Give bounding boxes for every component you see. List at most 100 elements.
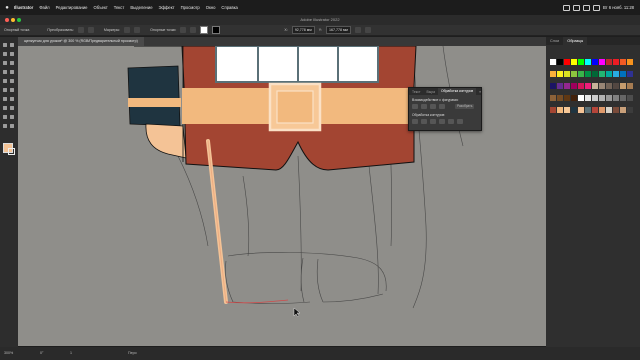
- tool-button[interactable]: [3, 61, 7, 65]
- document-tab[interactable]: щелкунчик для уроков* @ 300 % (RGB/Предв…: [18, 37, 144, 46]
- tab-align[interactable]: Выра: [424, 90, 438, 94]
- color-swatch[interactable]: [613, 71, 619, 77]
- color-swatch[interactable]: [557, 83, 563, 89]
- tab-swatches[interactable]: Образцы: [563, 37, 588, 45]
- align-button[interactable]: [354, 27, 361, 33]
- tool-button[interactable]: [3, 79, 7, 83]
- menu-type[interactable]: Текст: [111, 5, 128, 10]
- menu-select[interactable]: Выделение: [127, 5, 155, 10]
- tool-button[interactable]: [10, 43, 14, 47]
- tool-button[interactable]: [10, 88, 14, 92]
- color-swatch[interactable]: [564, 83, 570, 89]
- color-swatch[interactable]: [606, 95, 612, 101]
- color-swatch[interactable]: [578, 95, 584, 101]
- minus-front-button[interactable]: [421, 104, 427, 109]
- color-swatch[interactable]: [557, 107, 563, 113]
- color-swatch[interactable]: [564, 59, 570, 65]
- cut-path-button[interactable]: [190, 27, 197, 33]
- merge-button[interactable]: [430, 119, 436, 124]
- menu-view[interactable]: Просмотр: [178, 5, 203, 10]
- color-swatch[interactable]: [620, 59, 626, 65]
- hide-handles-button[interactable]: [134, 27, 141, 33]
- color-swatch[interactable]: [585, 71, 591, 77]
- tool-button[interactable]: [3, 88, 7, 92]
- color-swatch[interactable]: [613, 95, 619, 101]
- color-swatch[interactable]: [599, 83, 605, 89]
- tool-button[interactable]: [3, 70, 7, 74]
- color-swatch[interactable]: [557, 95, 563, 101]
- color-swatch[interactable]: [578, 71, 584, 77]
- color-swatch[interactable]: [606, 83, 612, 89]
- color-swatch[interactable]: [613, 83, 619, 89]
- color-swatch[interactable]: [550, 95, 556, 101]
- artboard-number[interactable]: 1: [70, 351, 72, 355]
- apple-icon[interactable]: ●: [3, 5, 11, 11]
- menu-help[interactable]: Справка: [218, 5, 240, 10]
- color-swatch[interactable]: [550, 59, 556, 65]
- show-handles-button[interactable]: [124, 27, 131, 33]
- color-swatch[interactable]: [550, 71, 556, 77]
- menu-edit[interactable]: Редактирование: [53, 5, 91, 10]
- divide-button[interactable]: [412, 119, 418, 124]
- color-swatch[interactable]: [627, 59, 633, 65]
- stroke-color-box[interactable]: [8, 148, 15, 155]
- color-swatch[interactable]: [627, 83, 633, 89]
- menu-effect[interactable]: Эффект: [156, 5, 178, 10]
- color-swatch[interactable]: [599, 107, 605, 113]
- tool-button[interactable]: [3, 124, 7, 128]
- color-swatch[interactable]: [599, 59, 605, 65]
- x-coordinate-field[interactable]: 92,778 мм: [291, 26, 315, 34]
- transform-button[interactable]: [364, 27, 371, 33]
- rotation-angle[interactable]: 0°: [40, 351, 43, 355]
- color-swatch[interactable]: [620, 95, 626, 101]
- search-icon[interactable]: [582, 4, 590, 11]
- color-swatch[interactable]: [571, 71, 577, 77]
- white-windows[interactable]: [215, 46, 379, 83]
- zoom-level[interactable]: 300%: [4, 351, 13, 355]
- color-swatch[interactable]: [550, 83, 556, 89]
- color-swatch[interactable]: [613, 59, 619, 65]
- color-swatch[interactable]: [613, 107, 619, 113]
- outline-button[interactable]: [448, 119, 454, 124]
- color-swatch[interactable]: [571, 83, 577, 89]
- wifi-icon[interactable]: [572, 4, 580, 11]
- color-swatch[interactable]: [564, 95, 570, 101]
- tab-pathfinder[interactable]: Обработка контуров: [438, 88, 477, 95]
- color-swatch[interactable]: [606, 59, 612, 65]
- color-swatch[interactable]: [592, 59, 598, 65]
- color-swatch[interactable]: [585, 95, 591, 101]
- tool-button[interactable]: [10, 106, 14, 110]
- color-swatch[interactable]: [620, 71, 626, 77]
- menu-app-illustrator[interactable]: Illustrator: [11, 5, 36, 10]
- tool-button[interactable]: [10, 124, 14, 128]
- tool-button[interactable]: [10, 79, 14, 83]
- color-swatch[interactable]: [592, 71, 598, 77]
- battery-icon[interactable]: [562, 4, 570, 11]
- menu-object[interactable]: Объект: [91, 5, 111, 10]
- color-swatch[interactable]: [585, 107, 591, 113]
- color-swatch[interactable]: [571, 95, 577, 101]
- tool-button[interactable]: [3, 106, 7, 110]
- minus-back-button[interactable]: [457, 119, 463, 124]
- tool-button[interactable]: [3, 97, 7, 101]
- color-swatch[interactable]: [592, 107, 598, 113]
- tool-button[interactable]: [10, 70, 14, 74]
- color-swatch[interactable]: [592, 83, 598, 89]
- crop-button[interactable]: [439, 119, 445, 124]
- color-swatch[interactable]: [557, 71, 563, 77]
- color-swatch[interactable]: [627, 71, 633, 77]
- control-center-icon[interactable]: [592, 4, 600, 11]
- color-swatch[interactable]: [585, 59, 591, 65]
- menu-file[interactable]: Файл: [36, 5, 52, 10]
- belt[interactable]: [182, 82, 418, 132]
- color-swatch[interactable]: [578, 83, 584, 89]
- tool-button[interactable]: [10, 52, 14, 56]
- panel-menu-icon[interactable]: ≡: [476, 90, 484, 94]
- menu-window[interactable]: Окно: [203, 5, 219, 10]
- tab-type[interactable]: Текст: [409, 90, 424, 94]
- color-swatch[interactable]: [627, 95, 633, 101]
- fill-swatch[interactable]: [200, 26, 209, 34]
- color-swatch[interactable]: [571, 107, 577, 113]
- exclude-button[interactable]: [439, 104, 445, 109]
- intersect-button[interactable]: [430, 104, 436, 109]
